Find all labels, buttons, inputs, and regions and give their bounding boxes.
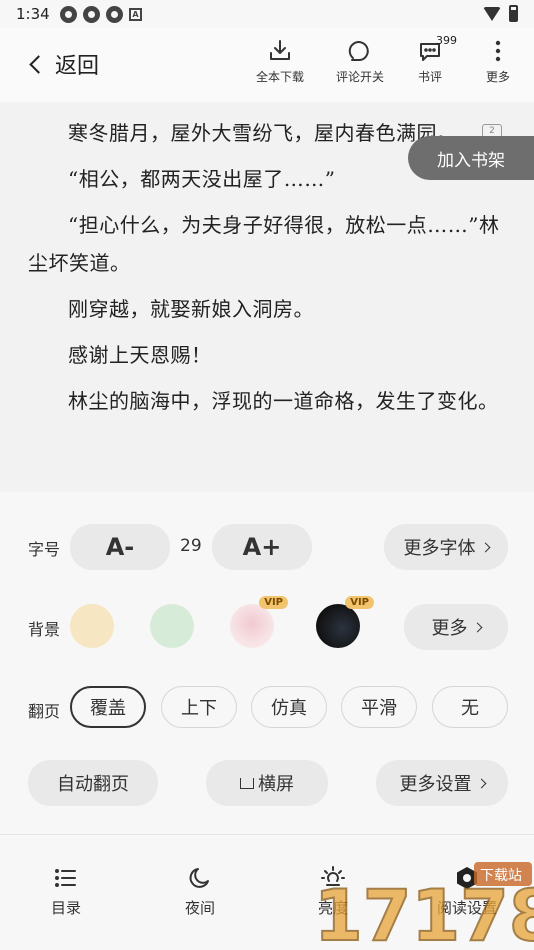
site-watermark-logo: 17178.COM 下载站 bbox=[313, 862, 534, 950]
flip-option-simulation[interactable]: 仿真 bbox=[251, 686, 327, 728]
status-bar: 1:34 A bbox=[0, 0, 534, 28]
nav-label: 夜间 bbox=[184, 899, 215, 917]
moon-icon bbox=[189, 868, 209, 888]
watermark-digits: 17178.COM bbox=[314, 875, 534, 950]
auto-flip-button[interactable]: 自动翻页 bbox=[28, 760, 158, 806]
font-size-label: 字号 bbox=[28, 540, 61, 559]
actions-row: 自动翻页 横屏 更多设置 bbox=[0, 760, 534, 806]
bg-swatch-green[interactable] bbox=[150, 604, 194, 648]
app-notification-icon bbox=[83, 6, 100, 23]
font-decrease-label: A- bbox=[105, 533, 135, 561]
more-settings-button[interactable]: 更多设置 bbox=[376, 760, 508, 806]
font-increase-button[interactable]: A+ bbox=[212, 524, 312, 570]
auto-flip-label: 自动翻页 bbox=[57, 774, 129, 795]
text-paragraph: 刚穿越，就娶新娘入洞房。 bbox=[68, 297, 314, 321]
page-flip-label: 翻页 bbox=[28, 702, 61, 721]
book-review-label: 书评 bbox=[417, 70, 442, 84]
page-flip-row: 翻页 覆盖 上下 仿真 平滑 无 bbox=[0, 686, 534, 730]
vip-badge: VIP bbox=[345, 596, 374, 609]
book-review-button[interactable]: 399 书评 bbox=[398, 34, 462, 85]
rotate-screen-icon bbox=[240, 777, 254, 789]
reader-top-bar: 返回 全本下载 评论开关 399 书评 更多 bbox=[0, 28, 534, 102]
download-all-label: 全本下载 bbox=[255, 70, 304, 84]
text-paragraph: 林尘的脑海中，浮现的一道命格，发生了变化。 bbox=[68, 389, 499, 413]
app-notification-icon bbox=[60, 6, 77, 23]
status-time: 1:34 bbox=[16, 5, 50, 23]
download-icon bbox=[270, 40, 290, 60]
landscape-button[interactable]: 横屏 bbox=[206, 760, 328, 806]
bg-swatch-cream[interactable] bbox=[70, 604, 114, 648]
font-increase-label: A+ bbox=[242, 533, 282, 561]
download-all-button[interactable]: 全本下载 bbox=[248, 38, 312, 85]
flip-option-cover[interactable]: 覆盖 bbox=[70, 686, 146, 728]
add-to-bookshelf-button[interactable]: 加入书架 bbox=[408, 136, 534, 180]
bg-swatch-pink-anime[interactable]: VIP bbox=[230, 596, 288, 648]
font-decrease-button[interactable]: A- bbox=[70, 524, 170, 570]
more-button[interactable]: 更多 bbox=[466, 38, 530, 85]
nav-night-mode[interactable]: 夜间 bbox=[155, 865, 245, 918]
chevron-right-icon bbox=[476, 778, 486, 788]
watermark-tag: 下载站 bbox=[480, 868, 522, 884]
flip-option-label: 无 bbox=[461, 698, 479, 719]
app-notification-icon bbox=[106, 6, 123, 23]
more-backgrounds-button[interactable]: 更多 bbox=[404, 604, 508, 650]
chevron-left-icon bbox=[29, 54, 48, 74]
background-label: 背景 bbox=[28, 620, 61, 639]
reading-settings-panel: 字号 A- 29 A+ 更多字体 背景 VIP VIP 更多 翻页 覆盖 上下 … bbox=[0, 492, 534, 834]
more-vertical-icon bbox=[495, 40, 501, 62]
review-count-badge: 399 bbox=[436, 34, 457, 47]
background-row: 背景 VIP VIP 更多 bbox=[0, 596, 534, 650]
more-fonts-button[interactable]: 更多字体 bbox=[384, 524, 508, 570]
list-icon bbox=[55, 869, 76, 887]
more-backgrounds-label: 更多 bbox=[431, 618, 468, 639]
nav-catalog[interactable]: 目录 bbox=[21, 865, 111, 918]
back-button[interactable]: 返回 bbox=[26, 48, 99, 80]
landscape-label: 横屏 bbox=[258, 774, 294, 795]
flip-option-none[interactable]: 无 bbox=[432, 686, 508, 728]
chevron-right-icon bbox=[472, 622, 482, 632]
flip-option-smooth[interactable]: 平滑 bbox=[341, 686, 417, 728]
wifi-icon bbox=[483, 6, 501, 21]
bg-swatch-dark[interactable]: VIP bbox=[316, 596, 374, 648]
nav-label: 目录 bbox=[50, 899, 81, 917]
battery-icon bbox=[509, 5, 518, 22]
notification-icons: A bbox=[60, 6, 142, 23]
back-label: 返回 bbox=[55, 54, 100, 79]
comment-toggle-button[interactable]: 评论开关 bbox=[328, 38, 392, 85]
more-fonts-label: 更多字体 bbox=[403, 538, 476, 559]
vip-badge: VIP bbox=[259, 596, 288, 609]
text-paragraph: 感谢上天恩赐！ bbox=[68, 343, 212, 367]
font-size-value: 29 bbox=[180, 536, 202, 556]
a-notification-icon: A bbox=[129, 8, 142, 21]
comment-toggle-icon bbox=[348, 41, 369, 61]
flip-option-label: 上下 bbox=[181, 698, 217, 719]
flip-option-label: 覆盖 bbox=[90, 698, 126, 719]
more-label: 更多 bbox=[485, 70, 510, 84]
more-settings-label: 更多设置 bbox=[399, 774, 472, 795]
chevron-right-icon bbox=[480, 542, 490, 552]
flip-option-label: 平滑 bbox=[361, 698, 397, 719]
font-size-row: 字号 A- 29 A+ 更多字体 bbox=[0, 524, 534, 570]
flip-option-vertical[interactable]: 上下 bbox=[161, 686, 237, 728]
comment-toggle-label: 评论开关 bbox=[335, 70, 384, 84]
text-paragraph: “担心什么，为夫身子好得很，放松一点……”林尘坏笑道。 bbox=[28, 213, 500, 275]
flip-option-label: 仿真 bbox=[271, 698, 307, 719]
system-icons bbox=[483, 5, 518, 22]
